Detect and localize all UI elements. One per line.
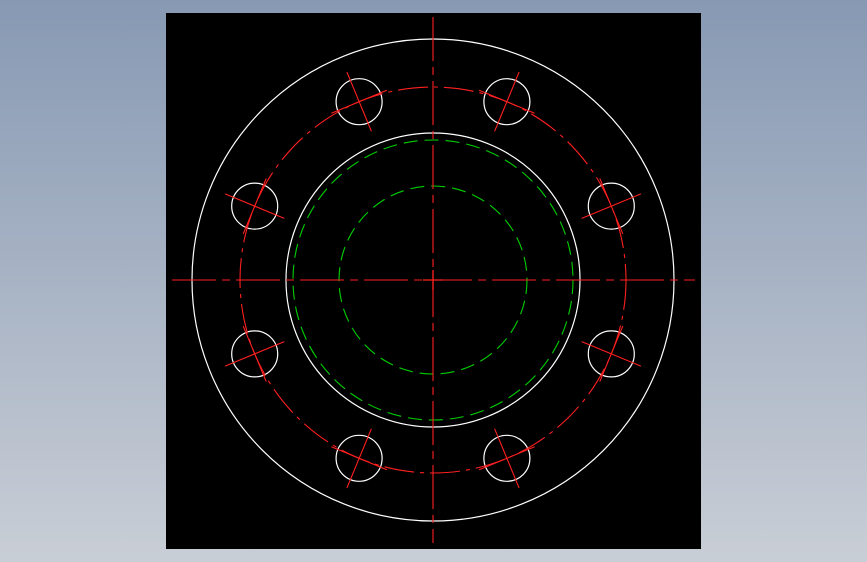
viewport-gradient-background bbox=[0, 0, 867, 562]
bolt-hole-tangent-centerline-6 bbox=[331, 446, 388, 471]
bolt-hole-tangent-centerline-4 bbox=[242, 178, 267, 235]
bolt-hole-tangent-centerline-5 bbox=[242, 325, 267, 382]
cad-drawing-canvas[interactable] bbox=[166, 13, 701, 549]
bolt-hole-tangent-centerline-1 bbox=[599, 178, 624, 235]
bolt-hole-tangent-centerline-3 bbox=[331, 89, 388, 114]
flange-drawing bbox=[172, 17, 695, 543]
centerlines-layer bbox=[172, 17, 695, 543]
bolt-hole-tangent-centerline-7 bbox=[478, 446, 535, 471]
bolt-hole-tangent-centerline-8 bbox=[599, 325, 624, 382]
bolt-hole-tangent-centerline-2 bbox=[478, 89, 535, 114]
